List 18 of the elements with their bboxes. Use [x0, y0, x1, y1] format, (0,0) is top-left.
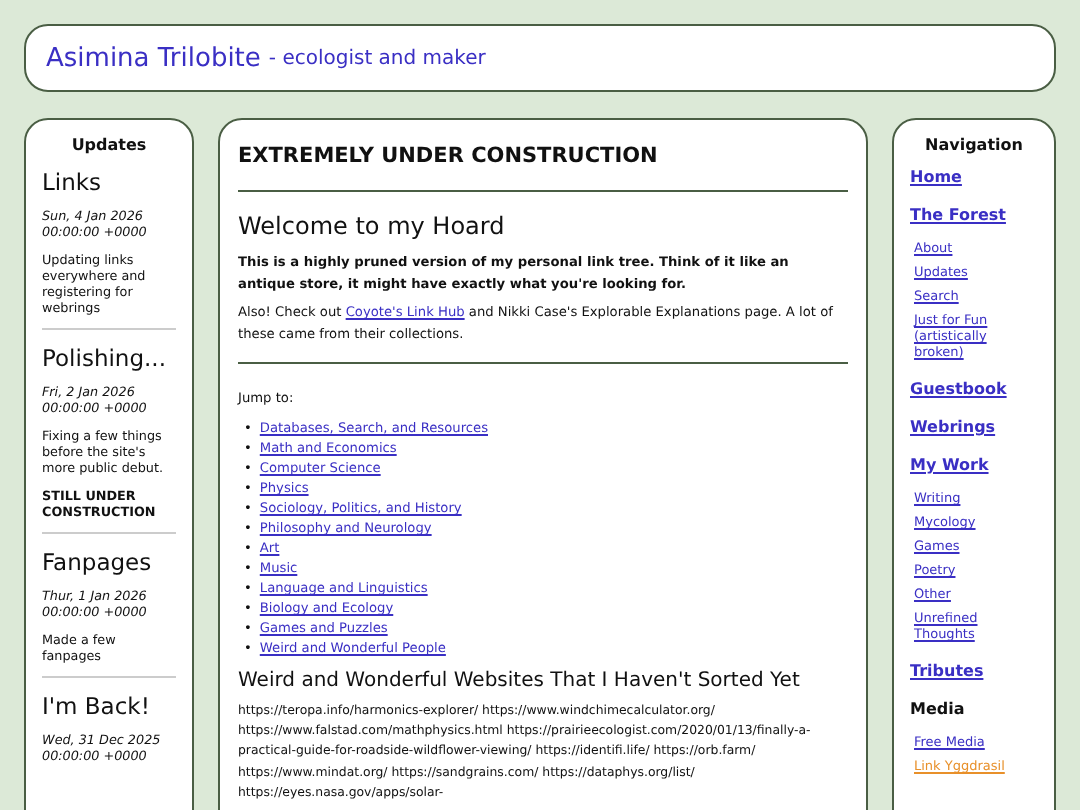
- nav-link[interactable]: The Forest: [910, 206, 1038, 224]
- site-subtitle: - ecologist and maker: [268, 47, 486, 69]
- update-title: Fanpages: [42, 548, 154, 576]
- construction-heading: EXTREMELY UNDER CONSTRUCTION: [238, 144, 660, 168]
- panel-heading: Updates: [69, 136, 149, 154]
- section-heading: Weird and Wonderful Websites That I Haven't Sorted Yet: [238, 670, 802, 692]
- nav-heading: Media: [910, 700, 967, 718]
- update-title: I'm Back!: [42, 692, 152, 720]
- nav-link[interactable]: Home: [910, 168, 1038, 186]
- panel-heading: Navigation: [923, 136, 1025, 154]
- nav-link[interactable]: Guestbook: [910, 380, 1038, 398]
- site-title: Asimina Trilobite: [46, 43, 261, 73]
- nav-link[interactable]: My Work: [910, 456, 1038, 474]
- update-title: Polishing...: [42, 344, 168, 372]
- nav-link[interactable]: Webrings: [910, 418, 1038, 436]
- update-title: Links: [42, 168, 104, 196]
- nav-link[interactable]: Tributes: [910, 662, 1038, 680]
- page-heading: Welcome to my Hoard: [238, 212, 507, 240]
